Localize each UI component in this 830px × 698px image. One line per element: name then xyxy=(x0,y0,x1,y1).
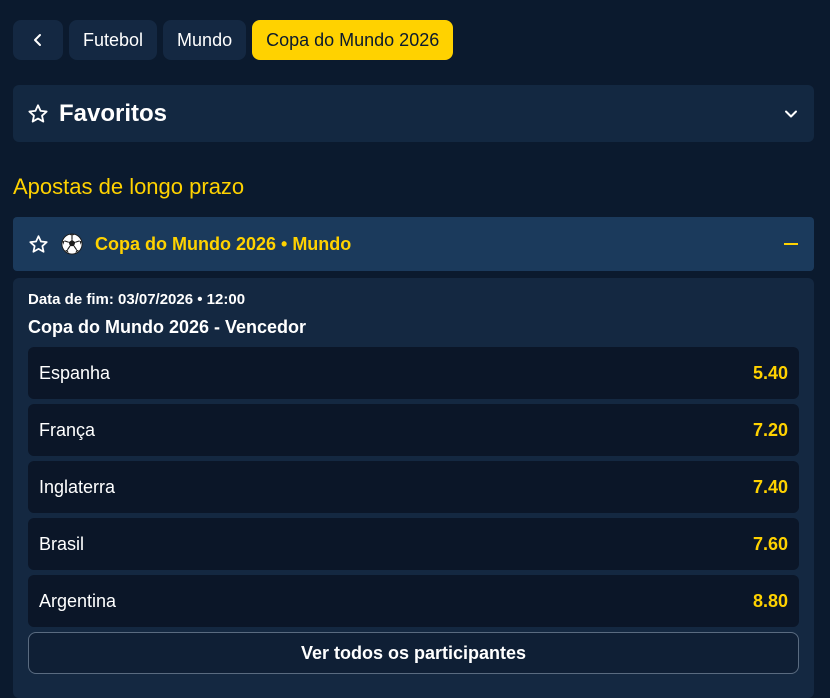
breadcrumb: Futebol Mundo Copa do Mundo 2026 xyxy=(13,20,454,60)
market-card: Data de fim: 03/07/2026 • 12:00 Copa do … xyxy=(13,278,814,698)
back-button[interactable] xyxy=(13,20,63,60)
selection-list: Espanha 5.40 França 7.20 Inglaterra 7.40… xyxy=(28,347,799,632)
selection-row[interactable]: Argentina 8.80 xyxy=(28,575,799,627)
selection-odd[interactable]: 7.40 xyxy=(753,477,788,498)
chevron-left-icon xyxy=(34,34,41,46)
selection-name: Brasil xyxy=(39,533,85,554)
section-title: Apostas de longo prazo xyxy=(13,174,245,199)
minus-icon[interactable] xyxy=(784,243,798,245)
favorites-panel[interactable]: Favoritos xyxy=(13,85,814,142)
selection-name: Inglaterra xyxy=(39,476,116,497)
breadcrumb-mundo[interactable]: Mundo xyxy=(163,20,247,60)
selection-odd[interactable]: 8.80 xyxy=(753,591,788,612)
see-all-participants-button[interactable]: Ver todos os participantes xyxy=(28,632,799,674)
selection-name: Argentina xyxy=(39,590,117,611)
market-name: Copa do Mundo 2026 - Vencedor xyxy=(28,317,307,337)
selection-row[interactable]: França 7.20 xyxy=(28,404,799,456)
soccer-ball-icon xyxy=(61,233,83,255)
event-title: Copa do Mundo 2026 • Mundo xyxy=(95,233,352,254)
event-header[interactable]: Copa do Mundo 2026 • Mundo xyxy=(13,217,814,271)
star-icon[interactable] xyxy=(28,234,49,255)
selection-name: França xyxy=(39,419,96,440)
favorites-title: Favoritos xyxy=(59,99,168,127)
selection-row[interactable]: Brasil 7.60 xyxy=(28,518,799,570)
selection-odd[interactable]: 7.60 xyxy=(753,534,788,555)
breadcrumb-futebol[interactable]: Futebol xyxy=(69,20,158,60)
selection-row[interactable]: Inglaterra 7.40 xyxy=(28,461,799,513)
selection-odd[interactable]: 7.20 xyxy=(753,420,788,441)
chevron-down-icon[interactable] xyxy=(784,109,798,119)
selection-name: Espanha xyxy=(39,362,111,383)
selection-row[interactable]: Espanha 5.40 xyxy=(28,347,799,399)
star-icon xyxy=(28,103,48,123)
end-date: Data de fim: 03/07/2026 • 12:00 xyxy=(28,291,246,308)
selection-odd[interactable]: 5.40 xyxy=(753,363,788,384)
breadcrumb-copa-do-mundo-2026[interactable]: Copa do Mundo 2026 xyxy=(252,20,454,60)
